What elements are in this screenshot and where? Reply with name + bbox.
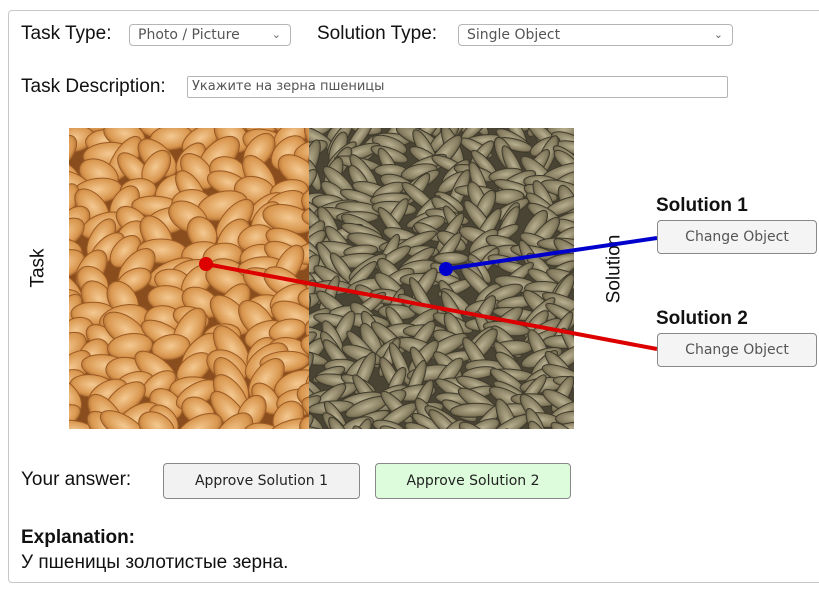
explanation-title: Explanation: — [21, 527, 136, 548]
task-type-label: Task Type: — [21, 23, 112, 44]
task-side-label: Task — [27, 248, 49, 288]
solution-2-change-object-button[interactable]: Change Object — [657, 333, 817, 367]
solution-side-label: Solution — [603, 234, 625, 304]
task-description-value: Укажите на зерна пшеницы — [192, 79, 385, 94]
solution-1-change-object-button[interactable]: Change Object — [657, 220, 817, 254]
task-description-input[interactable]: Укажите на зерна пшеницы — [187, 76, 728, 98]
task-type-value: Photo / Picture — [138, 27, 240, 43]
grain-photo — [69, 128, 574, 429]
solution-type-label: Solution Type: — [317, 23, 438, 44]
task-type-select[interactable]: Photo / Picture ⌄ — [129, 24, 291, 46]
solution-type-value: Single Object — [467, 27, 561, 43]
task-description-label: Task Description: — [21, 76, 166, 97]
your-answer-label: Your answer: — [21, 469, 132, 490]
chevron-down-icon: ⌄ — [271, 28, 281, 41]
solution-2-title: Solution 2 — [656, 308, 748, 329]
explanation-text: У пшеницы золотистые зерна. — [21, 552, 289, 573]
solution-1-title: Solution 1 — [656, 195, 748, 216]
approve-solution-2-button[interactable]: Approve Solution 2 — [375, 463, 571, 499]
chevron-down-icon: ⌄ — [713, 28, 723, 41]
approve-solution-1-button[interactable]: Approve Solution 1 — [163, 463, 360, 499]
grain — [433, 252, 470, 265]
solution-type-select[interactable]: Single Object ⌄ — [458, 24, 733, 46]
